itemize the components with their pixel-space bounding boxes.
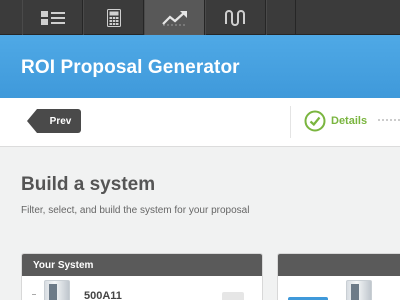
catalog-panel-title: [278, 254, 400, 276]
wave-icon: [224, 9, 248, 26]
step-navigation-bar: Prev Details: [0, 98, 400, 147]
page-subtitle: Filter, select, and build the system for…: [21, 205, 250, 216]
calculator-icon: [106, 8, 121, 27]
prev-button[interactable]: Prev: [37, 109, 81, 133]
catalog-product-icon: [346, 280, 372, 300]
app-title: ROI Proposal Generator: [21, 57, 240, 78]
step-progress-dots: [377, 119, 400, 121]
toolbar-tab-wave[interactable]: [205, 0, 266, 35]
prev-arrow-tip[interactable]: [27, 109, 37, 133]
row-marker: [32, 294, 36, 295]
catalog-panel: [277, 253, 400, 300]
toolbar-tab-list[interactable]: [22, 0, 83, 35]
trend-chart-icon: [161, 10, 188, 26]
toolbar-tab-trends[interactable]: [144, 0, 205, 35]
app-header: ROI Proposal Generator: [0, 35, 400, 98]
product-name[interactable]: 500A11: [84, 290, 122, 300]
your-system-panel-title: Your System: [22, 254, 262, 276]
step-divider: [290, 106, 291, 138]
app-toolbar: [0, 0, 400, 35]
page-title: Build a system: [21, 174, 156, 195]
item-action-button[interactable]: [222, 292, 244, 300]
list-icon: [40, 10, 66, 26]
toolbar-tab-calculator[interactable]: [83, 0, 144, 35]
check-circle-icon: [304, 110, 326, 132]
step-details[interactable]: Details: [331, 115, 367, 127]
product-unit-icon: [44, 280, 70, 300]
toolbar-spacer: [266, 0, 296, 35]
your-system-panel: Your System 500A11: [21, 253, 263, 300]
